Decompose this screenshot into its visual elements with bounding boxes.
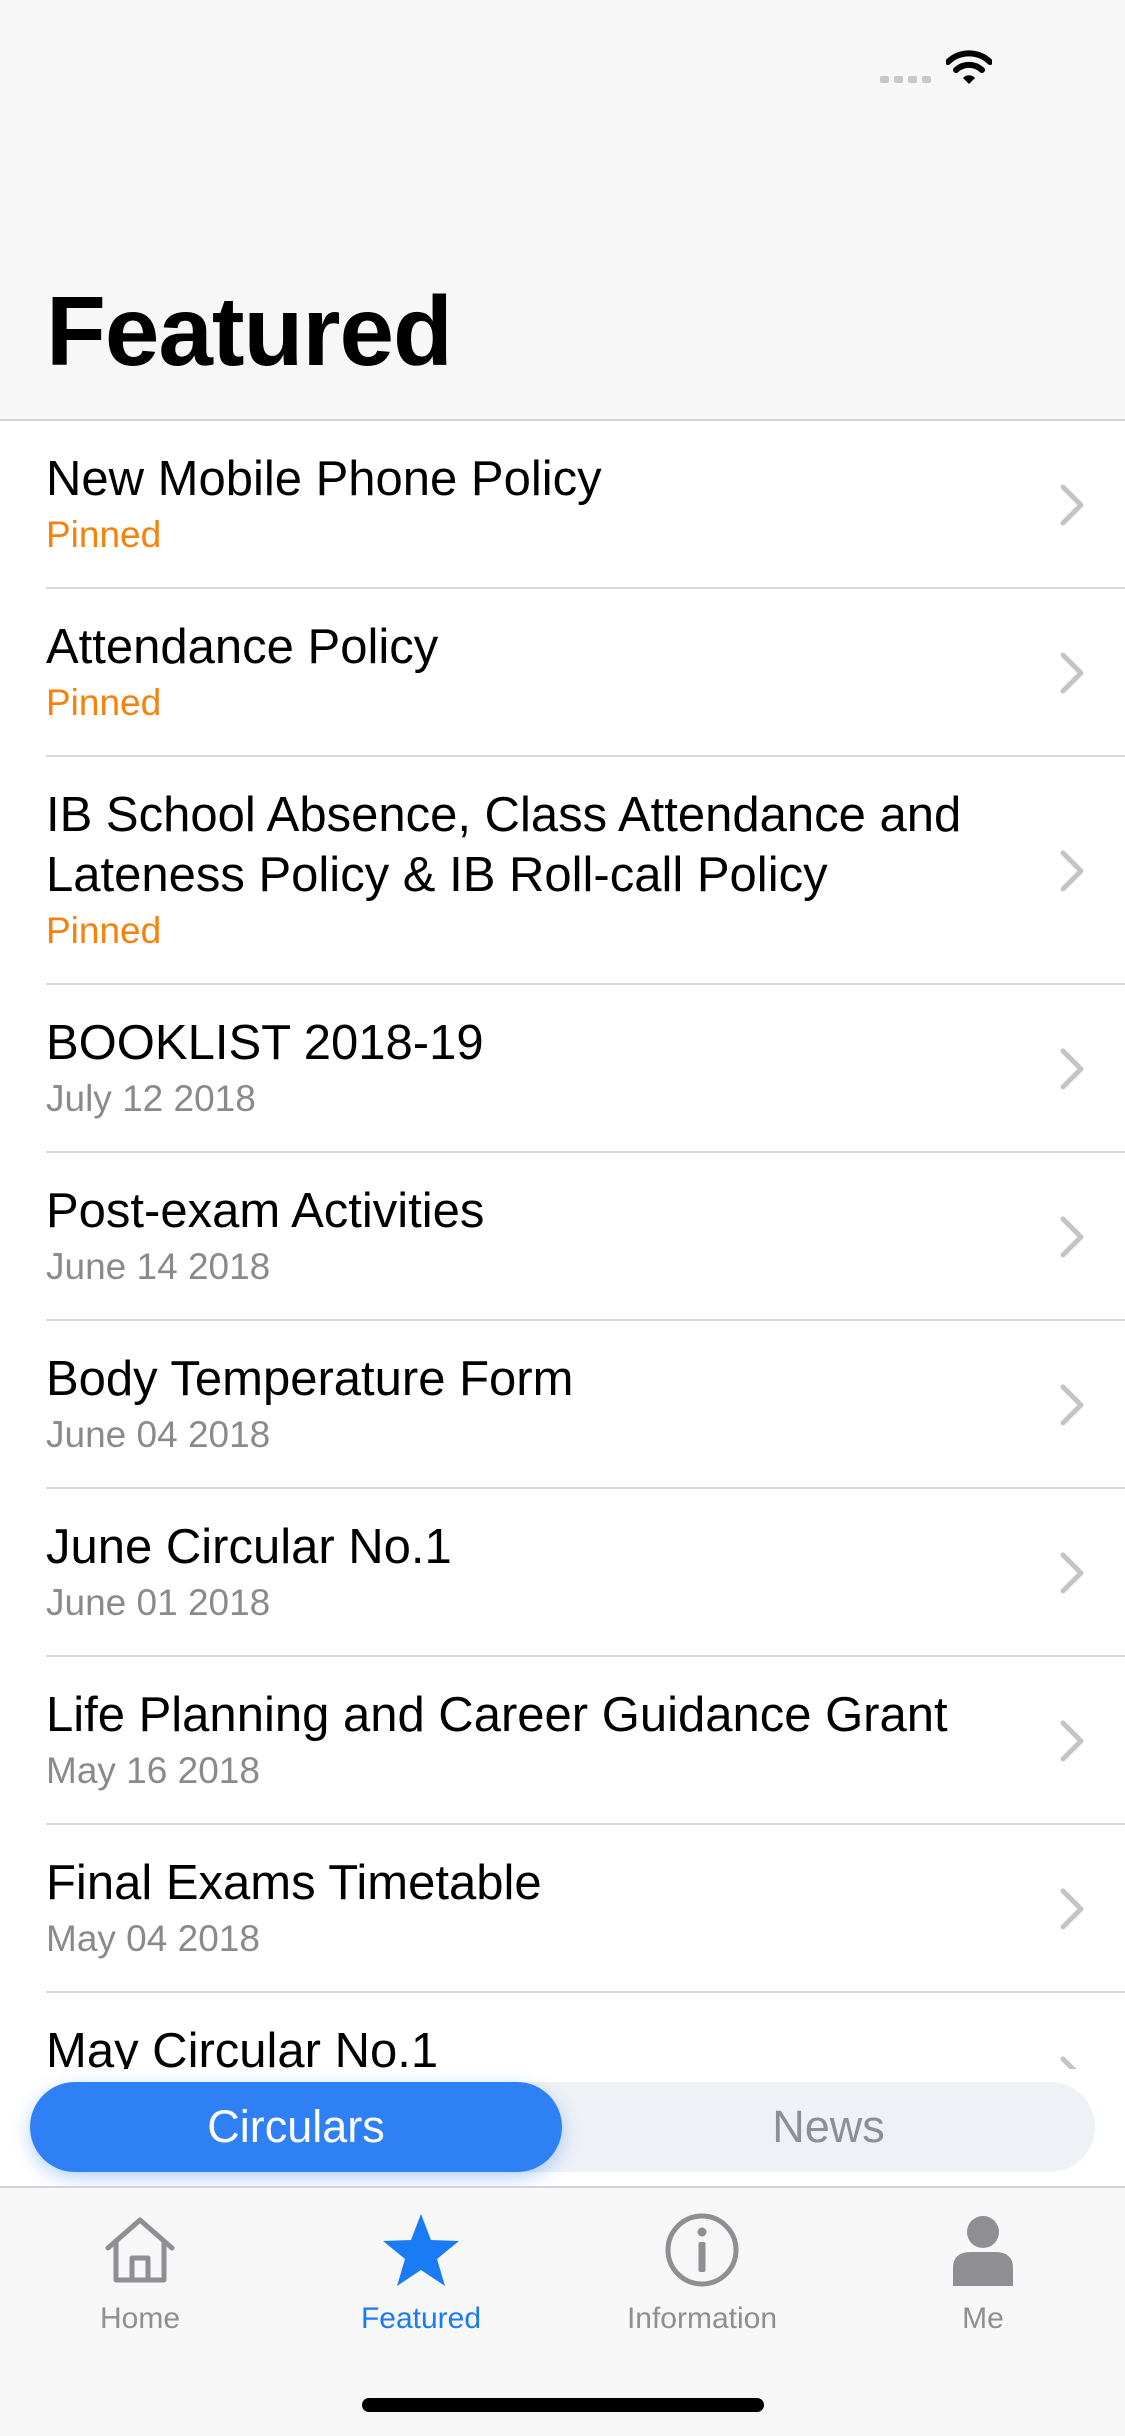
list-item-title: Attendance Policy	[46, 620, 439, 674]
list-item-title: May Circular No.1	[46, 2024, 439, 2069]
page-title: Featured	[46, 276, 453, 386]
list-item-date: June 14 2018	[46, 1246, 271, 1287]
tab-me-label: Me	[962, 2302, 1004, 2335]
chevron-right-icon	[1060, 1048, 1084, 1090]
list-item-texts: Final Exams Timetable May 04 2018	[46, 1853, 1006, 1961]
list-item-title: June Circular No.1	[46, 1520, 452, 1574]
status-bar	[0, 0, 1125, 132]
chevron-right-icon	[1060, 1552, 1084, 1594]
screen: Featured New Mobile Phone Policy Pinned …	[0, 0, 1125, 2436]
list-item[interactable]: BOOKLIST 2018-19 July 12 2018	[46, 985, 1125, 1153]
list-item-title: Post-exam Activities	[46, 1184, 485, 1238]
info-icon	[665, 2213, 739, 2287]
list-item-texts: Post-exam Activities June 14 2018	[46, 1181, 1006, 1289]
wifi-icon	[946, 50, 992, 84]
tab-featured-label: Featured	[360, 2302, 482, 2335]
chevron-right-icon	[1060, 1216, 1084, 1258]
circulars-news-segmented-control[interactable]: Circulars News	[30, 2082, 1095, 2172]
home-indicator	[362, 2398, 764, 2412]
tab-information-label: Information	[626, 2302, 778, 2335]
list-item-texts: BOOKLIST 2018-19 July 12 2018	[46, 1013, 1006, 1121]
list-item-title: Final Exams Timetable	[46, 1856, 542, 1910]
tab-featured[interactable]: Featured	[321, 2210, 521, 2350]
signal-dots-icon	[880, 76, 934, 84]
list-item-title: Life Planning and Career Guidance Grant	[46, 1688, 948, 1742]
list-item-texts: June Circular No.1 June 01 2018	[46, 1517, 1006, 1625]
list-item[interactable]: New Mobile Phone Policy Pinned	[46, 421, 1125, 589]
list-item[interactable]: May Circular No.1	[46, 1993, 1125, 2069]
person-icon	[953, 2216, 1013, 2286]
chevron-right-icon	[1060, 2056, 1077, 2069]
list-item-title: New Mobile Phone Policy	[46, 452, 602, 506]
list-item[interactable]: Attendance Policy Pinned	[46, 589, 1125, 757]
chevron-right-icon	[1060, 850, 1084, 892]
list-item[interactable]: Post-exam Activities June 14 2018	[46, 1153, 1125, 1321]
chevron-right-icon	[1060, 1384, 1084, 1426]
list-item-date: May 04 2018	[46, 1918, 260, 1959]
chevron-right-icon	[1060, 1720, 1084, 1762]
list-item-title: IB School Absence, Class Attendance and …	[46, 788, 962, 902]
chevron-right-icon	[1060, 1888, 1084, 1930]
navigation-header: Featured	[0, 132, 1125, 421]
tab-bar: Home Featured Information Me	[0, 2186, 1125, 2436]
tab-me[interactable]: Me	[883, 2210, 1083, 2350]
list-item-texts: May Circular No.1	[46, 2021, 1006, 2069]
list-item-texts: IB School Absence, Class Attendance and …	[46, 785, 1006, 953]
list-item-date: June 01 2018	[46, 1582, 271, 1623]
pinned-label: Pinned	[46, 910, 162, 951]
pinned-label: Pinned	[46, 514, 162, 555]
list-item[interactable]: IB School Absence, Class Attendance and …	[46, 757, 1125, 985]
chevron-right-icon	[1060, 484, 1084, 526]
list-item[interactable]: Final Exams Timetable May 04 2018	[46, 1825, 1125, 1993]
list-item-texts: Attendance Policy Pinned	[46, 617, 1006, 725]
list-item-texts: New Mobile Phone Policy Pinned	[46, 449, 1006, 557]
list-item[interactable]: Body Temperature Form June 04 2018	[46, 1321, 1125, 1489]
list-item-title: BOOKLIST 2018-19	[46, 1016, 484, 1070]
home-icon	[105, 2217, 175, 2283]
list-item[interactable]: Life Planning and Career Guidance Grant …	[46, 1657, 1125, 1825]
tab-information[interactable]: Information	[602, 2210, 802, 2350]
list-item-date: July 12 2018	[46, 1078, 256, 1119]
chevron-right-icon	[1060, 652, 1084, 694]
list-item-texts: Life Planning and Career Guidance Grant …	[46, 1685, 1006, 1793]
tab-home-label: Home	[99, 2302, 181, 2335]
list-item[interactable]: June Circular No.1 June 01 2018	[46, 1489, 1125, 1657]
tab-home[interactable]: Home	[40, 2210, 240, 2350]
list-item-date: June 04 2018	[46, 1414, 271, 1455]
segment-news[interactable]: News	[562, 2082, 1095, 2172]
list-item-title: Body Temperature Form	[46, 1352, 574, 1406]
star-icon	[383, 2214, 459, 2286]
list-item-date: May 16 2018	[46, 1750, 260, 1791]
segment-circulars[interactable]: Circulars	[30, 2082, 562, 2172]
circulars-list[interactable]: New Mobile Phone Policy Pinned Attendanc…	[0, 421, 1125, 2069]
pinned-label: Pinned	[46, 682, 162, 723]
list-item-texts: Body Temperature Form June 04 2018	[46, 1349, 1006, 1457]
